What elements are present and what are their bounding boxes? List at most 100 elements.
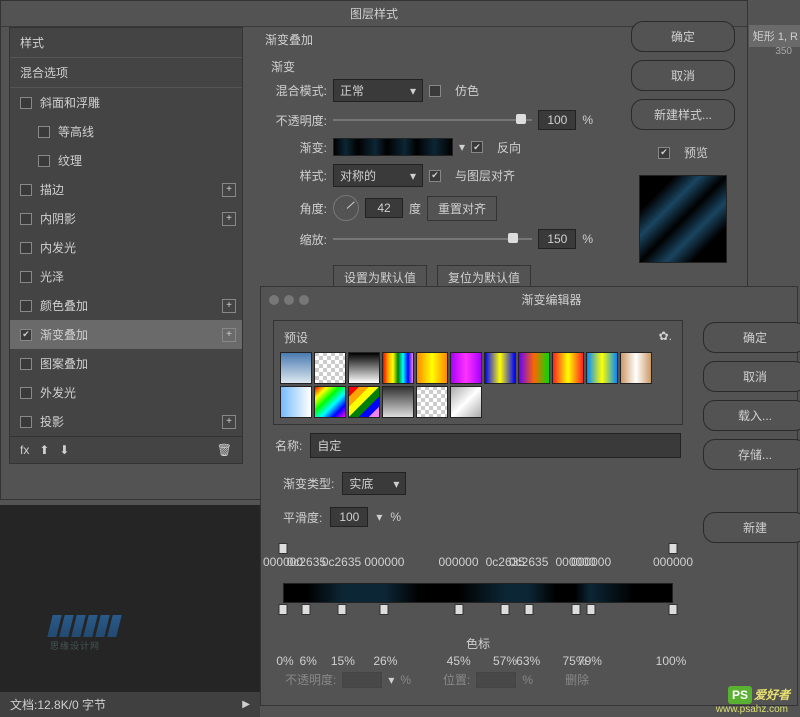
blend-mode-select[interactable]: 正常▾ <box>333 79 423 102</box>
gradient-preview[interactable] <box>333 138 453 156</box>
color-stop[interactable] <box>279 604 288 615</box>
style-checkbox[interactable] <box>20 97 32 109</box>
close-icon[interactable] <box>269 295 279 305</box>
opacity-slider[interactable] <box>333 112 532 128</box>
style-select[interactable]: 对称的▾ <box>333 164 423 187</box>
preset-2[interactable] <box>348 352 380 384</box>
style-item-2[interactable]: 纹理 <box>10 146 242 175</box>
layer-tab[interactable]: 矩形 1, R <box>749 25 800 47</box>
style-item-0[interactable]: 斜面和浮雕 <box>10 88 242 117</box>
color-stop[interactable] <box>302 604 311 615</box>
style-item-4[interactable]: 内阴影+ <box>10 204 242 233</box>
preset-12[interactable] <box>314 386 346 418</box>
save-button[interactable]: 存储... <box>703 439 800 470</box>
chevron-down-icon[interactable]: ▾ <box>459 140 465 154</box>
style-item-9[interactable]: 图案叠加 <box>10 349 242 378</box>
add-icon[interactable]: + <box>222 328 236 342</box>
arrow-down-icon[interactable]: ⬇ <box>59 443 69 457</box>
preset-8[interactable] <box>552 352 584 384</box>
minimize-icon[interactable] <box>284 295 294 305</box>
cancel-button[interactable]: 取消 <box>703 361 800 392</box>
ok-button[interactable]: 确定 <box>703 322 800 353</box>
style-item-1[interactable]: 等高线 <box>10 117 242 146</box>
style-checkbox[interactable] <box>20 242 32 254</box>
preset-13[interactable] <box>348 386 380 418</box>
cancel-button[interactable]: 取消 <box>631 60 735 91</box>
opacity-field[interactable] <box>342 672 382 688</box>
opacity-stop[interactable] <box>279 543 288 554</box>
preset-14[interactable] <box>382 386 414 418</box>
preset-5[interactable] <box>450 352 482 384</box>
style-checkbox[interactable] <box>20 184 32 196</box>
color-stop[interactable] <box>337 604 346 615</box>
preset-15[interactable] <box>416 386 448 418</box>
style-checkbox[interactable] <box>38 126 50 138</box>
delete-button[interactable]: 删除 <box>565 671 589 688</box>
arrow-up-icon[interactable]: ⬆ <box>39 443 49 457</box>
preset-11[interactable] <box>280 386 312 418</box>
style-checkbox[interactable] <box>20 271 32 283</box>
new-style-button[interactable]: 新建样式... <box>631 99 735 130</box>
dither-checkbox[interactable] <box>429 85 441 97</box>
style-checkbox[interactable] <box>38 155 50 167</box>
style-checkbox[interactable] <box>20 300 32 312</box>
fx-label[interactable]: fx <box>20 443 29 457</box>
color-stop[interactable] <box>501 604 510 615</box>
add-icon[interactable]: + <box>222 212 236 226</box>
preset-7[interactable] <box>518 352 550 384</box>
color-stop[interactable] <box>454 604 463 615</box>
angle-dial[interactable] <box>333 195 359 221</box>
preset-4[interactable] <box>416 352 448 384</box>
opacity-stop[interactable] <box>669 543 678 554</box>
new-button[interactable]: 新建 <box>703 512 800 543</box>
add-icon[interactable]: + <box>222 299 236 313</box>
style-item-8[interactable]: 渐变叠加+ <box>10 320 242 349</box>
style-checkbox[interactable] <box>20 358 32 370</box>
preset-3[interactable] <box>382 352 414 384</box>
ok-button[interactable]: 确定 <box>631 21 735 52</box>
gear-icon[interactable]: ✿. <box>659 329 672 346</box>
color-stop[interactable] <box>571 604 580 615</box>
style-checkbox[interactable] <box>20 213 32 225</box>
name-input[interactable]: 自定 <box>310 433 681 458</box>
style-checkbox[interactable] <box>20 387 32 399</box>
align-checkbox[interactable] <box>429 170 441 182</box>
preset-9[interactable] <box>586 352 618 384</box>
trash-icon[interactable]: 🗑 <box>217 443 232 457</box>
preset-1[interactable] <box>314 352 346 384</box>
style-item-5[interactable]: 内发光 <box>10 233 242 262</box>
reverse-checkbox[interactable] <box>471 141 483 153</box>
preset-6[interactable] <box>484 352 516 384</box>
type-select[interactable]: 实底▾ <box>342 472 406 495</box>
gradient-bar[interactable] <box>283 583 673 603</box>
preset-16[interactable] <box>450 386 482 418</box>
load-button[interactable]: 载入... <box>703 400 800 431</box>
smooth-value[interactable]: 100 <box>330 507 368 527</box>
style-item-7[interactable]: 颜色叠加+ <box>10 291 242 320</box>
add-icon[interactable]: + <box>222 183 236 197</box>
scale-value[interactable]: 150 <box>538 229 576 249</box>
color-stop[interactable] <box>380 604 389 615</box>
style-item-11[interactable]: 投影+ <box>10 407 242 436</box>
style-checkbox[interactable] <box>20 416 32 428</box>
style-item-6[interactable]: 光泽 <box>10 262 242 291</box>
reset-align-button[interactable]: 重置对齐 <box>427 196 497 221</box>
preview-checkbox[interactable] <box>658 147 670 159</box>
style-item-10[interactable]: 外发光 <box>10 378 242 407</box>
preset-0[interactable] <box>280 352 312 384</box>
position-field[interactable] <box>476 672 516 688</box>
preset-10[interactable] <box>620 352 652 384</box>
style-checkbox[interactable] <box>20 329 32 341</box>
color-stop[interactable] <box>587 604 596 615</box>
color-stop[interactable] <box>524 604 533 615</box>
scale-slider[interactable] <box>333 231 532 247</box>
add-icon[interactable]: + <box>222 415 236 429</box>
angle-value[interactable]: 42 <box>365 198 403 218</box>
color-stop[interactable] <box>669 604 678 615</box>
opacity-value[interactable]: 100 <box>538 110 576 130</box>
chevron-down-icon[interactable]: ▾ <box>376 510 382 524</box>
style-item-3[interactable]: 描边+ <box>10 175 242 204</box>
maximize-icon[interactable] <box>299 295 309 305</box>
footer-arrow-icon[interactable]: ▶ <box>242 699 250 710</box>
blend-options-header[interactable]: 混合选项 <box>10 57 242 88</box>
